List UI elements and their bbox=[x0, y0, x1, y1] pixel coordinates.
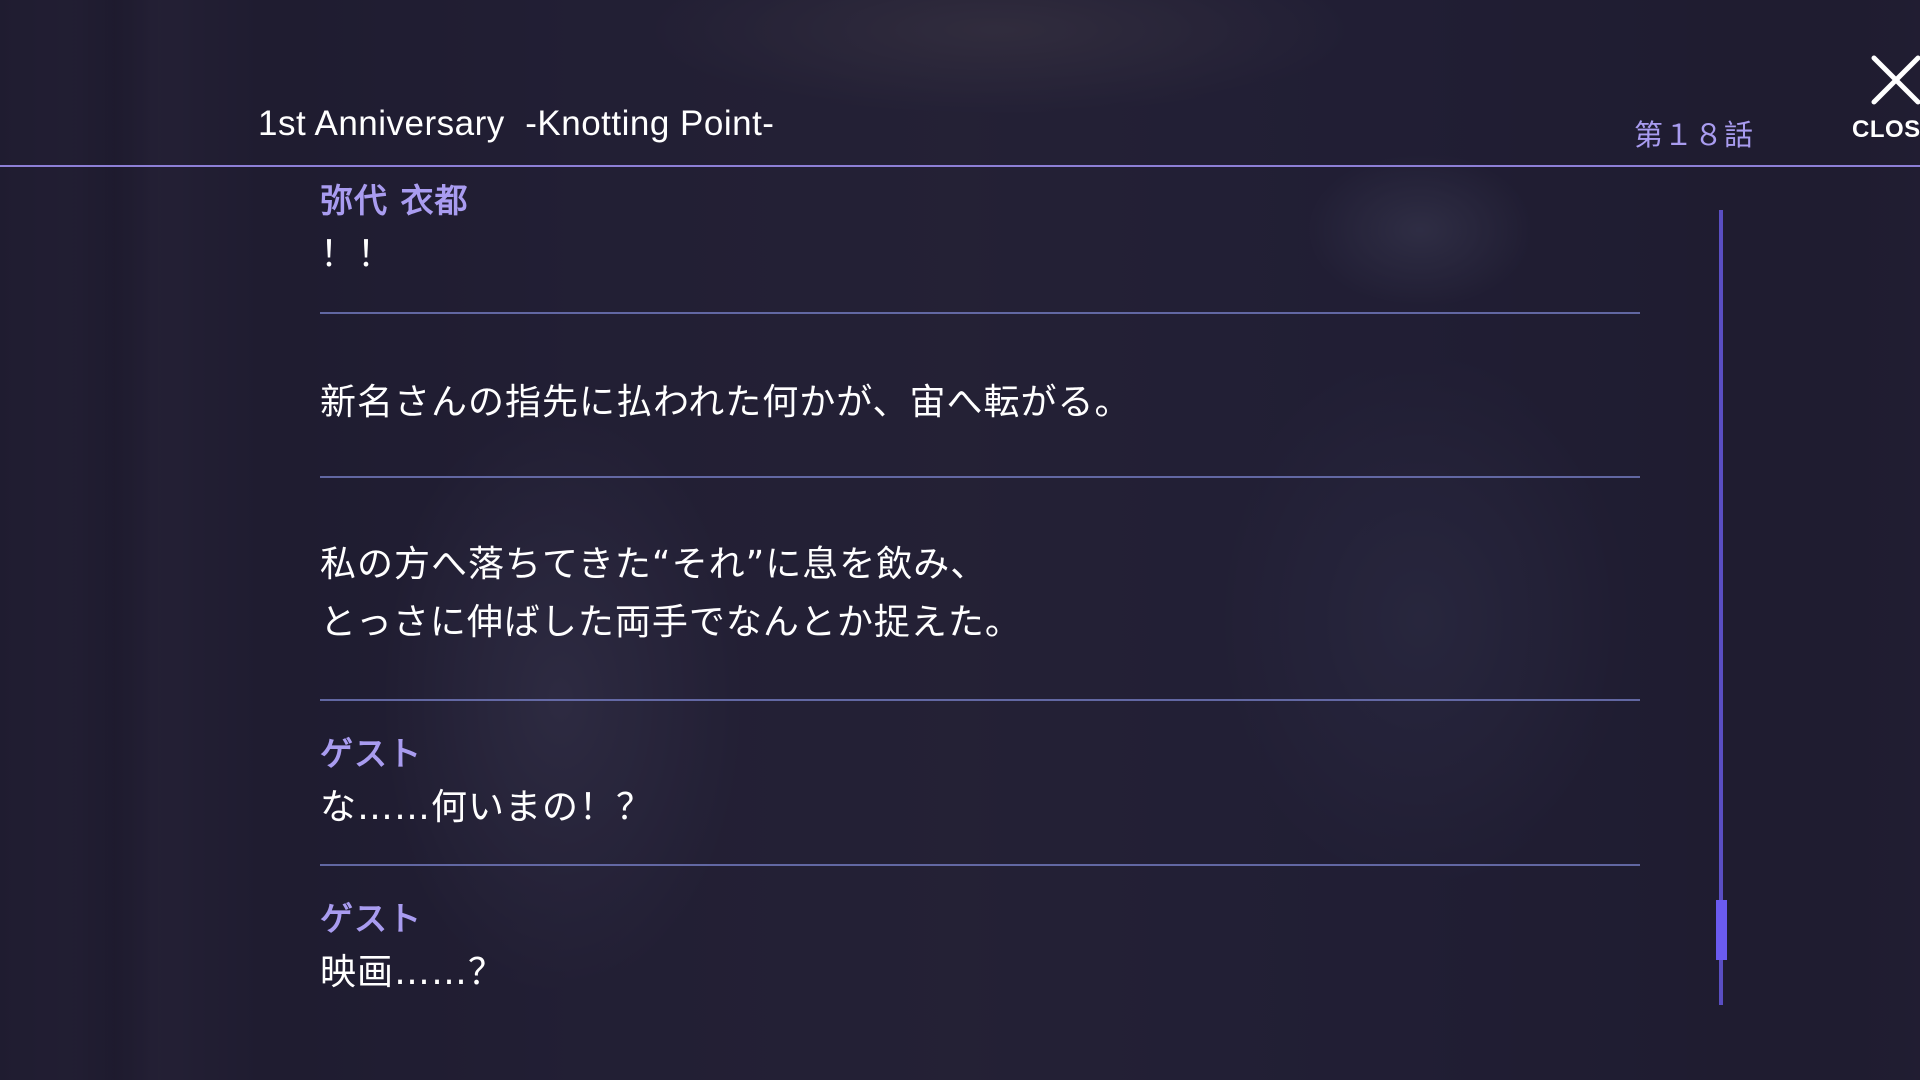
log-entry: 新名さんの指先に払われた何かが、宙へ転がる。 bbox=[320, 314, 1640, 478]
story-title: 1st Anniversary -Knotting Point- bbox=[258, 104, 775, 143]
backlog-screen: 1st Anniversary -Knotting Point- 第１８話 CL… bbox=[0, 0, 1920, 1080]
speaker-name: ゲスト bbox=[320, 899, 422, 938]
dialogue-line: 映画……？ bbox=[320, 952, 506, 993]
narration-line: 私の方へ落ちてきた“それ”に息を飲み、 bbox=[320, 544, 988, 585]
chapter-number: 第１８話 bbox=[1634, 118, 1755, 152]
close-label[interactable]: CLOSE bbox=[1852, 116, 1920, 144]
backlog-list[interactable]: 弥代 衣都 ！！ 新名さんの指先に払われた何かが、宙へ転がる。 私の方へ落ちてき… bbox=[320, 168, 1640, 1026]
scrollbar-thumb[interactable] bbox=[1716, 900, 1727, 960]
log-entry: ゲスト 映画……？ bbox=[320, 866, 1640, 1026]
scrollbar-track[interactable] bbox=[1719, 210, 1723, 1005]
log-entry: ゲスト な……何いまの！？ bbox=[320, 701, 1640, 866]
narration-line: 新名さんの指先に払われた何かが、宙へ転がる。 bbox=[320, 382, 1132, 423]
speaker-name: ゲスト bbox=[320, 734, 422, 773]
dialogue-line: な……何いまの！？ bbox=[320, 787, 654, 828]
dialogue-line: ！！ bbox=[320, 234, 395, 275]
log-entry: 私の方へ落ちてきた“それ”に息を飲み、 とっさに伸ばした両手でなんとか捉えた。 bbox=[320, 478, 1640, 701]
header-divider bbox=[0, 165, 1920, 167]
close-icon[interactable] bbox=[1870, 54, 1920, 106]
close-button[interactable]: CLOSE bbox=[1846, 48, 1920, 148]
speaker-name: 弥代 衣都 bbox=[320, 181, 469, 220]
log-entry: 弥代 衣都 ！！ bbox=[320, 168, 1640, 314]
narration-line: とっさに伸ばした両手でなんとか捉えた。 bbox=[320, 602, 1022, 643]
